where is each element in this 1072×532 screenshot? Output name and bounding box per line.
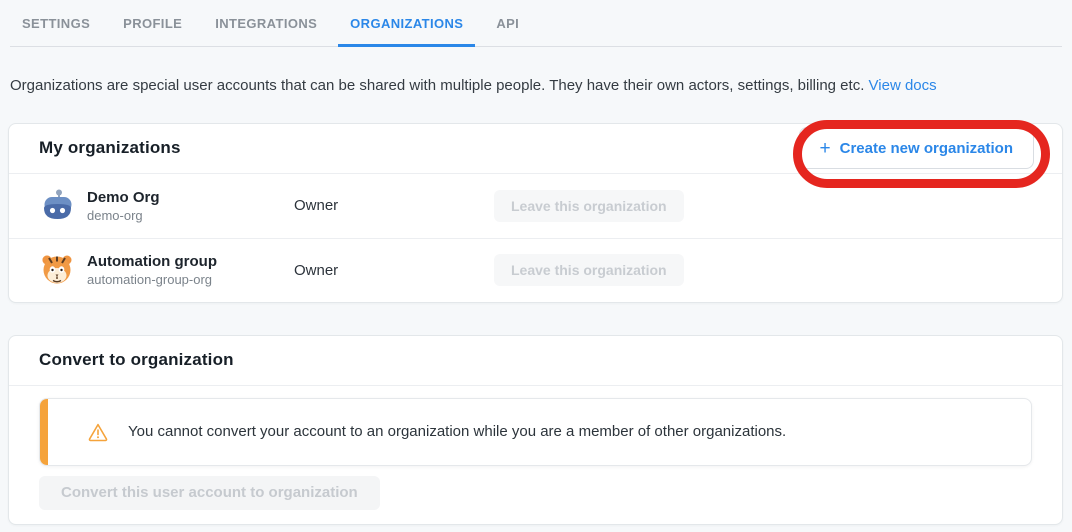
tab-api[interactable]: API <box>484 12 531 47</box>
warning-icon <box>88 422 108 442</box>
org-names: Automation group automation-group-org <box>87 253 294 287</box>
my-organizations-title: My organizations <box>39 138 181 158</box>
my-organizations-card: My organizations + Create new organizati… <box>8 123 1063 303</box>
convert-account-button[interactable]: Convert this user account to organizatio… <box>39 476 380 510</box>
tab-profile[interactable]: PROFILE <box>111 12 194 47</box>
intro-description: Organizations are special user accounts … <box>10 77 864 94</box>
intro-text: Organizations are special user accounts … <box>10 76 1062 96</box>
warning-banner: You cannot convert your account to an or… <box>39 398 1032 466</box>
org-name: Demo Org <box>87 189 294 206</box>
my-organizations-header: My organizations + Create new organizati… <box>9 124 1062 174</box>
tab-integrations[interactable]: INTEGRATIONS <box>203 12 329 47</box>
tiger-avatar <box>39 252 75 288</box>
convert-section-body: You cannot convert your account to an or… <box>9 386 1062 524</box>
tab-settings[interactable]: SETTINGS <box>10 12 102 47</box>
create-new-organization-button[interactable]: + Create new organization <box>799 127 1034 169</box>
org-slug: demo-org <box>87 208 294 223</box>
org-row-demo-org: Demo Org demo-org Owner Leave this organ… <box>9 174 1062 238</box>
plus-icon: + <box>820 139 831 158</box>
org-role: Owner <box>294 262 494 279</box>
warning-text: You cannot convert your account to an or… <box>128 423 786 440</box>
convert-section-header: Convert to organization <box>9 336 1062 386</box>
convert-section-title: Convert to organization <box>39 350 234 370</box>
org-name: Automation group <box>87 253 294 270</box>
org-slug: automation-group-org <box>87 272 294 287</box>
robot-avatar <box>39 188 75 224</box>
org-names: Demo Org demo-org <box>87 189 294 223</box>
view-docs-link[interactable]: View docs <box>869 77 937 94</box>
org-role: Owner <box>294 197 494 214</box>
leave-organization-button[interactable]: Leave this organization <box>494 190 684 222</box>
leave-organization-button[interactable]: Leave this organization <box>494 254 684 286</box>
tab-organizations[interactable]: ORGANIZATIONS <box>338 12 475 47</box>
convert-to-organization-card: Convert to organization You cannot conve… <box>8 335 1063 525</box>
org-row-automation-group: Automation group automation-group-org Ow… <box>9 238 1062 302</box>
tab-bar: SETTINGS PROFILE INTEGRATIONS ORGANIZATI… <box>10 0 1062 47</box>
create-new-organization-label: Create new organization <box>840 140 1013 157</box>
